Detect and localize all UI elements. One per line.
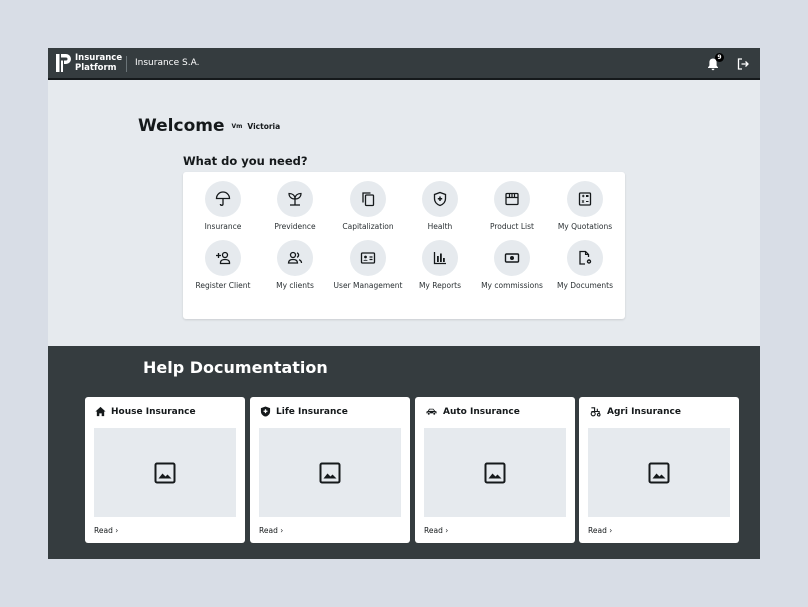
- help-card-agri-insurance[interactable]: Agri Insurance Read ›: [579, 397, 739, 543]
- service-label: My commissions: [481, 281, 543, 290]
- calculator-icon: [578, 192, 592, 206]
- read-label: Read: [588, 526, 607, 535]
- company-name: Insurance S.A.: [135, 58, 200, 68]
- service-my-quotations[interactable]: My Quotations: [549, 181, 621, 232]
- logout-icon[interactable]: [737, 58, 749, 70]
- document-settings-icon: [579, 250, 592, 265]
- service-label: Insurance: [204, 222, 242, 231]
- chevron-right-icon: ›: [445, 526, 449, 535]
- card-image-placeholder: [424, 428, 566, 517]
- service-previdence[interactable]: Previdence: [259, 181, 331, 232]
- user-name: Victoria: [247, 121, 281, 131]
- shield-plus-icon: [433, 191, 447, 207]
- service-label: My Reports: [418, 281, 462, 290]
- service-my-clients[interactable]: My clients: [259, 240, 331, 291]
- image-icon: [319, 462, 341, 483]
- service-label: My Documents: [556, 281, 614, 290]
- help-card-life-insurance[interactable]: Life Insurance Read ›: [250, 397, 410, 543]
- car-icon: [426, 408, 437, 416]
- help-card-auto-insurance[interactable]: Auto Insurance Read ›: [415, 397, 575, 543]
- service-label: Previdence: [274, 222, 316, 231]
- service-capitalization[interactable]: Capitalization: [332, 181, 404, 232]
- image-icon: [648, 462, 670, 483]
- copy-icon: [362, 192, 375, 207]
- top-bar: Insurance Platform Insurance S.A. 9: [48, 48, 760, 80]
- services-heading: What do you need?: [183, 154, 308, 168]
- card-title-text: Auto Insurance: [443, 406, 520, 417]
- brand-line-2: Platform: [75, 63, 117, 73]
- card-title: Agri Insurance: [589, 406, 681, 417]
- welcome-heading: Welcome Vm Victoria: [138, 116, 280, 136]
- read-label: Read: [424, 526, 443, 535]
- id-card-icon: [360, 252, 376, 264]
- service-label: My clients: [276, 281, 314, 290]
- welcome-title: Welcome: [138, 116, 225, 136]
- service-label: Health: [427, 222, 453, 231]
- service-label: Register Client: [195, 281, 251, 290]
- logo-icon[interactable]: [56, 54, 72, 72]
- service-my-commissions[interactable]: My commissions: [476, 240, 548, 291]
- card-title-text: Life Insurance: [276, 406, 348, 417]
- services-panel: Insurance Previdence Capitalization Heal…: [183, 172, 625, 319]
- card-image-placeholder: [94, 428, 236, 517]
- umbrella-icon: [215, 191, 231, 206]
- bar-chart-icon: [433, 252, 446, 265]
- service-product-list[interactable]: Product List: [476, 181, 548, 232]
- chevron-right-icon: ›: [280, 526, 284, 535]
- card-title: Auto Insurance: [425, 406, 520, 417]
- card-title: Life Insurance: [260, 406, 348, 417]
- chevron-right-icon: ›: [609, 526, 613, 535]
- service-health[interactable]: Health: [404, 181, 476, 232]
- store-icon: [505, 192, 519, 206]
- service-user-management[interactable]: User Management: [332, 240, 404, 291]
- shield-plus-icon: [260, 406, 271, 417]
- card-title-text: Agri Insurance: [607, 406, 681, 417]
- card-title: House Insurance: [95, 406, 196, 417]
- service-my-reports[interactable]: My Reports: [404, 240, 476, 291]
- user-salutation: Vm: [231, 122, 243, 130]
- card-image-placeholder: [588, 428, 730, 517]
- tractor-icon: [590, 407, 601, 417]
- image-icon: [154, 462, 176, 483]
- service-label: My Quotations: [557, 222, 613, 231]
- service-insurance[interactable]: Insurance: [187, 181, 259, 232]
- users-icon: [287, 251, 303, 264]
- chevron-right-icon: ›: [115, 526, 119, 535]
- add-user-icon: [216, 251, 231, 265]
- brand-line-1: Insurance: [75, 53, 123, 63]
- service-label: Capitalization: [342, 222, 394, 231]
- help-title: Help Documentation: [143, 358, 328, 377]
- read-link[interactable]: Read ›: [588, 526, 612, 535]
- divider: [126, 56, 127, 72]
- house-icon: [95, 406, 106, 417]
- service-my-documents[interactable]: My Documents: [549, 240, 621, 291]
- money-icon: [504, 253, 520, 263]
- plant-icon: [288, 192, 302, 206]
- read-label: Read: [94, 526, 113, 535]
- service-label: User Management: [333, 281, 403, 290]
- brand-name: Insurance Platform: [75, 53, 122, 73]
- help-section: Help Documentation House Insurance Read …: [48, 346, 760, 559]
- service-label: Product List: [490, 222, 534, 231]
- image-icon: [484, 462, 506, 483]
- read-label: Read: [259, 526, 278, 535]
- service-register-client[interactable]: Register Client: [187, 240, 259, 291]
- app-window: Insurance Platform Insurance S.A. 9 Welc…: [48, 48, 760, 559]
- help-card-house-insurance[interactable]: House Insurance Read ›: [85, 397, 245, 543]
- card-image-placeholder: [259, 428, 401, 517]
- read-link[interactable]: Read ›: [94, 526, 118, 535]
- read-link[interactable]: Read ›: [424, 526, 448, 535]
- notification-badge: 9: [715, 53, 724, 62]
- read-link[interactable]: Read ›: [259, 526, 283, 535]
- card-title-text: House Insurance: [111, 406, 196, 417]
